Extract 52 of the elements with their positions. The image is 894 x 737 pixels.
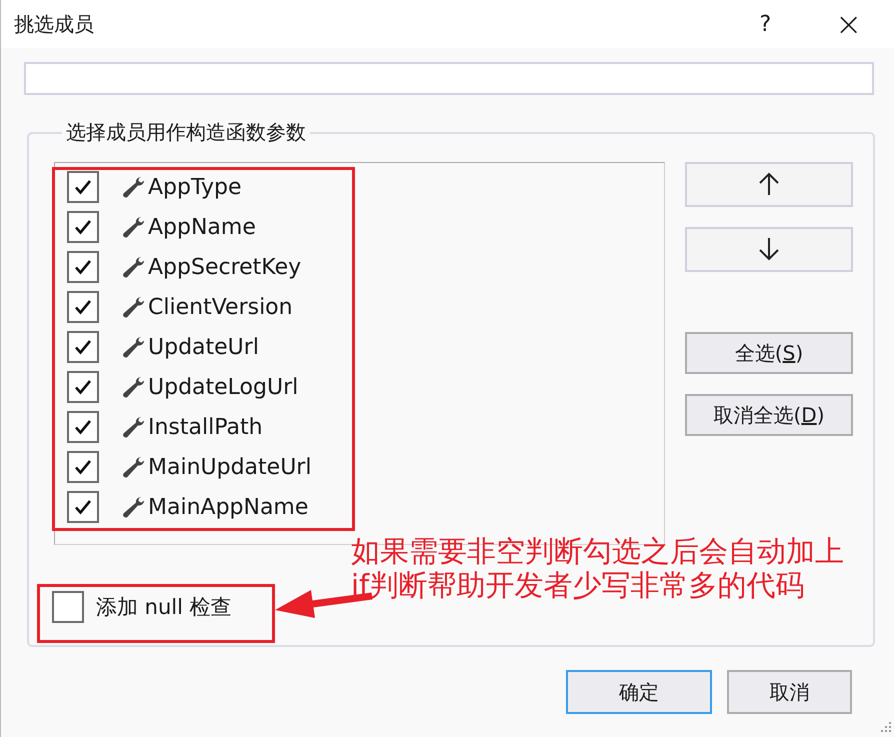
group-title: 选择成员用作构造函数参数: [65, 119, 307, 146]
cancel-button[interactable]: 取消: [727, 670, 852, 714]
wrench-icon: [121, 256, 145, 278]
check-icon: [74, 499, 92, 515]
ok-button[interactable]: 确定: [566, 670, 712, 714]
up-arrow-icon: [758, 171, 780, 198]
wrench-icon: [121, 296, 145, 318]
check-icon: [74, 259, 92, 275]
wrench-icon: [121, 216, 145, 238]
wrench-icon: [121, 376, 145, 398]
member-name: ClientVersion: [148, 294, 293, 320]
member-name: AppType: [148, 174, 242, 200]
checkbox-label: 添加 null 检查: [96, 594, 232, 621]
check-icon: [74, 459, 92, 475]
checkbox[interactable]: [67, 171, 99, 203]
select-button[interactable]: 取消全选(D): [685, 394, 853, 436]
annotation-text: 如果需要非空判断勾选之后会自动加上: [351, 534, 844, 568]
checkbox[interactable]: [67, 291, 99, 323]
member-name: MainAppName: [148, 494, 308, 520]
check-icon: [74, 419, 92, 435]
checkbox[interactable]: [67, 371, 99, 403]
wrench-icon: [121, 176, 145, 198]
annotation-text: if判断帮助开发者少写非常多的代码: [351, 568, 806, 602]
filter-field[interactable]: [24, 62, 874, 95]
close-button[interactable]: ×: [835, 8, 862, 40]
member-name: AppSecretKey: [148, 254, 302, 280]
member-name: UpdateLogUrl: [148, 374, 298, 400]
resize-grip-icon[interactable]: [878, 721, 892, 735]
checkbox[interactable]: [67, 331, 99, 363]
check-icon: [74, 219, 92, 235]
select-button[interactable]: 全选(S): [685, 332, 853, 374]
checkbox[interactable]: [67, 251, 99, 283]
check-icon: [74, 299, 92, 315]
check-icon: [74, 179, 92, 195]
help-button[interactable]: ?: [760, 12, 772, 36]
member-name: AppName: [148, 214, 256, 240]
checkbox[interactable]: [67, 491, 99, 523]
checkbox[interactable]: [52, 591, 84, 623]
checkbox[interactable]: [67, 451, 99, 483]
check-icon: [74, 339, 92, 355]
wrench-icon: [121, 336, 145, 358]
down-arrow-icon: [758, 236, 780, 263]
member-name: MainUpdateUrl: [148, 454, 312, 480]
wrench-icon: [121, 496, 145, 518]
member-name: InstallPath: [148, 414, 263, 440]
wrench-icon: [121, 456, 145, 478]
check-icon: [74, 379, 92, 395]
checkbox[interactable]: [67, 411, 99, 443]
checkbox[interactable]: [67, 211, 99, 243]
window-title: 挑选成员: [14, 10, 94, 38]
member-name: UpdateUrl: [148, 334, 259, 360]
wrench-icon: [121, 416, 145, 438]
